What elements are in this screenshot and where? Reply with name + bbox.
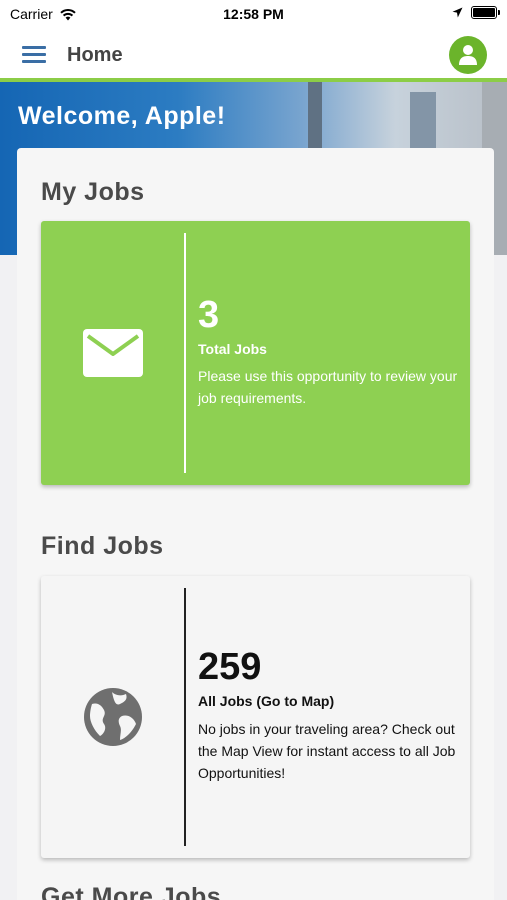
my-jobs-tile[interactable]: 3 Total Jobs Please use this opportunity…: [41, 221, 470, 485]
total-jobs-count: 3: [198, 294, 220, 336]
user-icon: [459, 45, 477, 65]
my-jobs-title: My Jobs: [41, 178, 145, 206]
app-bar: Home: [0, 30, 507, 82]
my-jobs-icon-zone: [41, 221, 184, 485]
all-jobs-label: All Jobs (Go to Map): [198, 693, 335, 709]
tile-divider: [184, 233, 186, 473]
globe-icon: [83, 688, 142, 746]
get-more-jobs-title: Get More Jobs: [41, 883, 222, 900]
skyline-building: [308, 82, 322, 152]
find-jobs-icon-zone: [41, 576, 184, 858]
welcome-heading: Welcome, Apple!: [18, 102, 226, 130]
skyline-building: [410, 92, 436, 152]
status-bar: Carrier 12:58 PM: [0, 0, 507, 30]
page-title: Home: [67, 44, 123, 66]
location-arrow-icon: [452, 7, 463, 18]
profile-button[interactable]: [449, 36, 487, 74]
jobs-panel: My Jobs 3 Total Jobs Please use this opp…: [17, 148, 494, 900]
menu-icon[interactable]: [22, 46, 46, 66]
find-jobs-description: No jobs in your traveling area? Check ou…: [198, 721, 456, 781]
find-jobs-title: Find Jobs: [41, 532, 164, 560]
battery-icon: [471, 6, 500, 19]
tile-divider: [184, 588, 186, 846]
find-jobs-tile[interactable]: 259 All Jobs (Go to Map) No jobs in your…: [41, 576, 470, 858]
my-jobs-description: Please use this opportunity to review yo…: [198, 368, 458, 406]
total-jobs-label: Total Jobs: [198, 341, 267, 357]
mail-icon: [82, 329, 143, 377]
clock: 12:58 PM: [223, 6, 284, 22]
status-indicators: [452, 6, 500, 19]
all-jobs-count: 259: [198, 646, 262, 688]
